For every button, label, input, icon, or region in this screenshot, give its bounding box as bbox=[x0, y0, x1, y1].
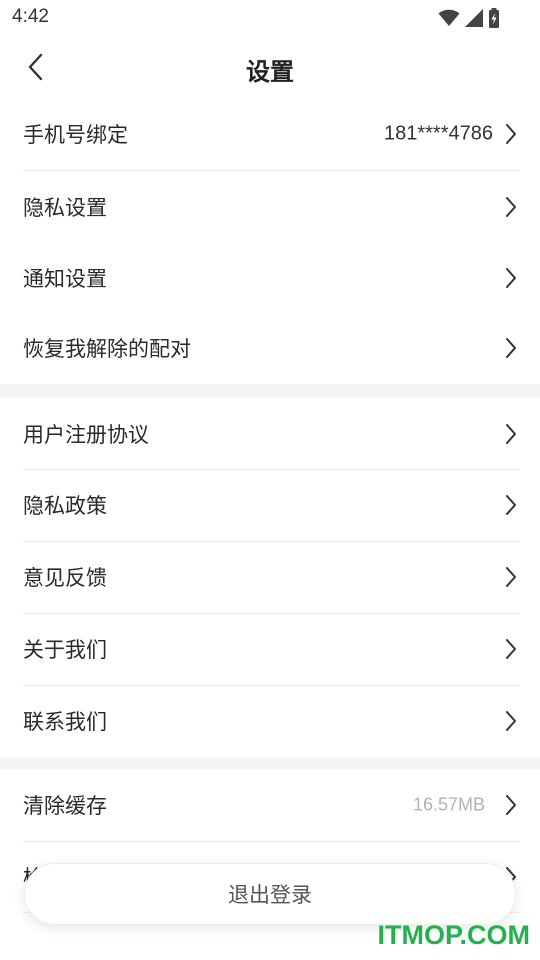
settings-row-privacy-policy[interactable]: 隐私政策 bbox=[0, 469, 540, 541]
status-time: 4:42 bbox=[12, 6, 49, 27]
row-label: 联系我们 bbox=[23, 710, 107, 734]
status-icons bbox=[438, 8, 500, 28]
chevron-right-icon bbox=[506, 495, 516, 515]
row-label: 清除缓存 bbox=[23, 794, 107, 818]
row-label: 隐私设置 bbox=[23, 196, 107, 220]
settings-row-privacy-settings[interactable]: 隐私设置 bbox=[0, 171, 540, 243]
site-watermark: ITMOP.COM bbox=[377, 920, 530, 950]
chevron-right-icon bbox=[506, 639, 516, 659]
chevron-right-icon bbox=[506, 338, 516, 358]
chevron-right-icon bbox=[506, 711, 516, 731]
settings-row-user-agreement[interactable]: 用户注册协议 bbox=[0, 398, 540, 470]
settings-screen: 4:42 设置 手机号绑定 181****4786 隐私设置 通知设置 恢复我解… bbox=[0, 0, 540, 960]
row-label: 手机号绑定 bbox=[23, 123, 128, 147]
settings-row-notification-settings[interactable]: 通知设置 bbox=[0, 242, 540, 314]
settings-row-phone-binding[interactable]: 手机号绑定 181****4786 bbox=[0, 98, 540, 170]
phone-number-value: 181****4786 bbox=[384, 122, 493, 145]
settings-row-about-us[interactable]: 关于我们 bbox=[0, 613, 540, 685]
settings-row-contact-us[interactable]: 联系我们 bbox=[0, 685, 540, 757]
logout-button[interactable]: 退出登录 bbox=[24, 863, 516, 925]
section-separator bbox=[0, 384, 540, 398]
row-label: 通知设置 bbox=[23, 267, 107, 291]
chevron-right-icon bbox=[506, 424, 516, 444]
row-label: 恢复我解除的配对 bbox=[23, 337, 191, 361]
settings-row-restore-unpaired[interactable]: 恢复我解除的配对 bbox=[0, 312, 540, 384]
chevron-right-icon bbox=[506, 124, 516, 144]
page-title: 设置 bbox=[246, 58, 294, 86]
logout-label: 退出登录 bbox=[228, 883, 312, 907]
chevron-right-icon bbox=[506, 268, 516, 288]
settings-row-clear-cache[interactable]: 清除缓存 16.57MB bbox=[0, 769, 540, 841]
app-header: 设置 bbox=[0, 36, 540, 98]
chevron-right-icon bbox=[506, 567, 516, 587]
row-label: 意见反馈 bbox=[23, 566, 107, 590]
battery-charging-icon bbox=[489, 8, 499, 28]
section-separator bbox=[0, 757, 540, 769]
status-bar: 4:42 bbox=[0, 0, 540, 36]
row-label: 关于我们 bbox=[23, 638, 107, 662]
row-label: 用户注册协议 bbox=[23, 423, 149, 447]
settings-row-feedback[interactable]: 意见反馈 bbox=[0, 541, 540, 613]
chevron-right-icon bbox=[506, 795, 516, 815]
signal-icon bbox=[465, 9, 483, 27]
cache-size-value: 16.57MB bbox=[412, 794, 485, 815]
wifi-icon bbox=[438, 9, 460, 26]
row-label: 隐私政策 bbox=[23, 494, 107, 518]
chevron-right-icon bbox=[506, 197, 516, 217]
